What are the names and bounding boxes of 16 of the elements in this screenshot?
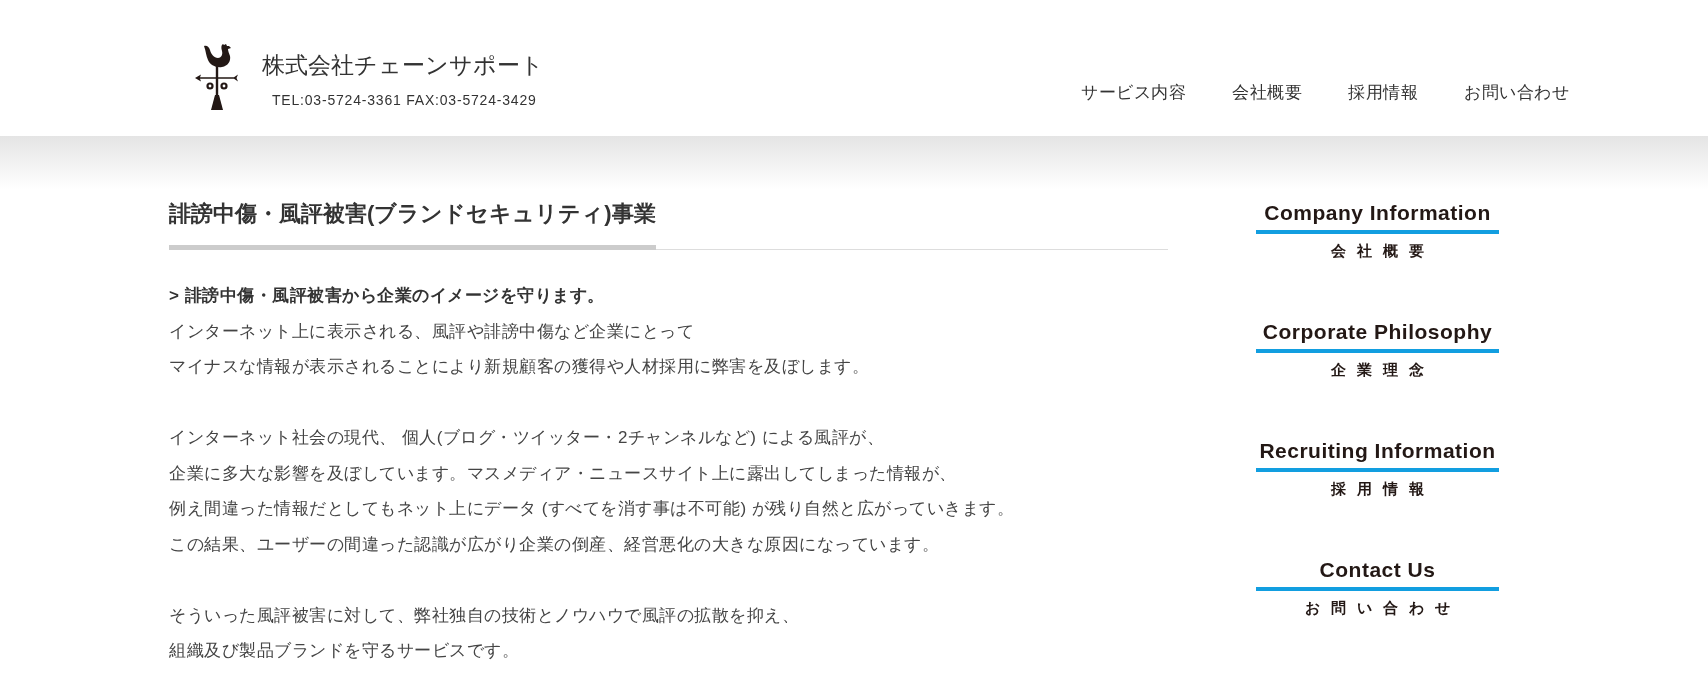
nav-link[interactable]: 会社概要: [1232, 83, 1302, 103]
nav-link[interactable]: 採用情報: [1348, 83, 1418, 103]
contact-numbers: TEL:03-5724-3361 FAX:03-5724-3429: [272, 92, 538, 108]
sidebar-link[interactable]: Corporate Philosophy 企業理念: [1256, 319, 1499, 379]
page-title: 誹謗中傷・風評被害(ブランドセキュリティ)事業: [169, 200, 656, 250]
body-paragraph: インターネット上に表示される、風評や誹謗中傷など企業にとって マイナスな情報が表示されることにより新規顧客の獲得や人材採用に弊害を及ぼします。: [169, 320, 870, 378]
body-paragraph: そういった風評被害に対して、弊社独自の技術とノウハウで風評の拡散を抑え、 組織及び製品ブランドを守るサービスです。: [169, 604, 800, 662]
sidebar-link[interactable]: Recruiting Information 採用情報: [1256, 438, 1499, 498]
nav-link[interactable]: サービス内容: [1081, 83, 1186, 103]
nav-link[interactable]: お問い合わせ: [1464, 83, 1569, 103]
company-name: 株式会社チェーンサポート: [262, 51, 544, 79]
body-paragraph: インターネット社会の現代、 個人(ブログ・ツイッター・2チャンネルなど) による風評が、 企業に多大な影響を及ぼしています。マスメディア・ニュースサイト上に露出してしまった情報が、 例え間違った情報だとしてもネット上にデータ (すべてを消す事は不可能) が残り自然と広がっていきます。 この結果、ユーザーの間違った認識が広がり企業の倒産、経営悪化の大きな原因になっています。: [169, 427, 1016, 556]
sidebar-link[interactable]: Contact Us お問い合わせ: [1256, 557, 1499, 617]
lead-text: > 誹謗中傷・風評被害から企業のイメージを守ります。: [169, 285, 606, 307]
rooster-weathervane-icon: [194, 43, 240, 111]
sidebar-link[interactable]: Company Information 会社概要: [1256, 200, 1499, 260]
